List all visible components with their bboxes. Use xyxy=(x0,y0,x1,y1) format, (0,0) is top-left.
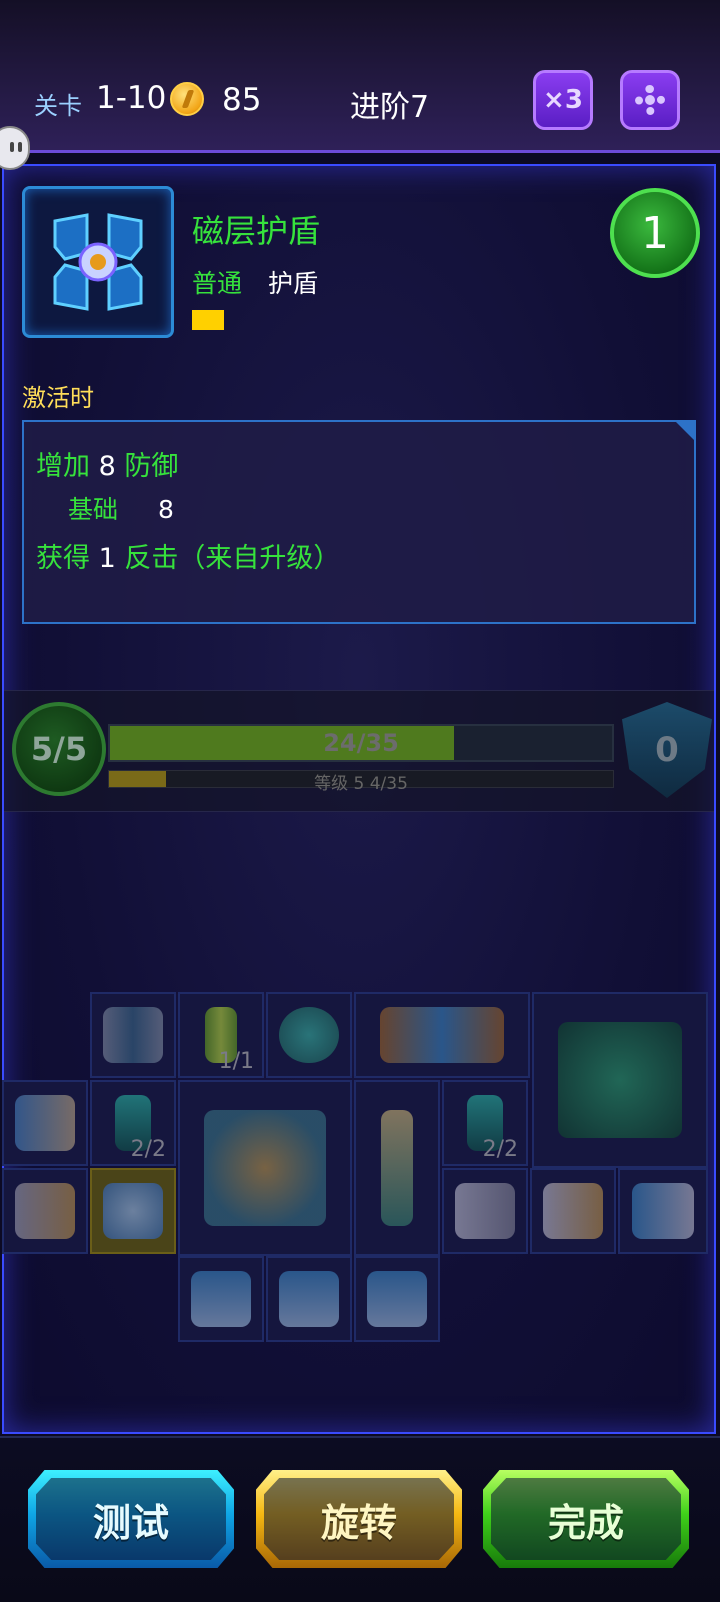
stage-label: 进阶7 xyxy=(350,90,430,125)
rotate-button[interactable]: 旋转 xyxy=(256,1470,462,1568)
turret-icon xyxy=(543,1183,603,1239)
cannon-icon xyxy=(15,1183,75,1239)
inventory-slot[interactable] xyxy=(354,1080,440,1256)
gun-icon xyxy=(455,1183,515,1239)
test-button-label: 测试 xyxy=(92,1500,169,1545)
item-count: 1 xyxy=(641,207,669,259)
inventory-slot[interactable] xyxy=(178,1256,264,1342)
inventory-slot[interactable]: 2/2 xyxy=(90,1080,176,1166)
effect-description-box: 增加 8 防御 基础 8 获得 1 反击（来自升级） xyxy=(22,420,696,624)
cannon-icon xyxy=(15,1095,75,1151)
inventory-slot[interactable] xyxy=(442,1168,528,1254)
xp-bar-text: 等级 5 4/35 xyxy=(314,774,408,794)
item-type: 护盾 xyxy=(268,269,319,298)
wing-engine-icon xyxy=(380,1007,504,1063)
effect-line-counter: 获得 1 反击（来自升级） xyxy=(36,543,341,574)
item-rarity: 普通 xyxy=(192,269,243,298)
activation-label: 激活时 xyxy=(22,384,94,412)
inventory-slot[interactable] xyxy=(532,992,708,1168)
inventory-slot[interactable] xyxy=(354,992,530,1078)
hp-bar-text: 24/35 xyxy=(323,729,399,757)
item-count-badge: 1 xyxy=(610,188,700,278)
hp-circle-value: 5/5 xyxy=(30,730,88,768)
inventory-slot[interactable] xyxy=(2,1080,88,1166)
item-icon-frame xyxy=(22,186,174,338)
heavy-armor-icon xyxy=(558,1021,682,1139)
item-size-tag xyxy=(192,310,224,330)
rotate-button-label: 旋转 xyxy=(320,1500,397,1545)
settings-button[interactable] xyxy=(620,70,680,130)
effect-line-defense: 增加 8 防御 xyxy=(36,451,179,482)
level-value: 1-10 xyxy=(96,80,167,116)
box-corner-decoration xyxy=(674,420,696,442)
inventory-slot[interactable]: 1/1 xyxy=(178,992,264,1078)
inventory-slot[interactable] xyxy=(2,1168,88,1254)
effect-line-base: 基础 8 xyxy=(68,495,174,524)
inventory-slot[interactable] xyxy=(354,1256,440,1342)
done-button[interactable]: 完成 xyxy=(483,1470,689,1568)
inventory-slot[interactable] xyxy=(530,1168,616,1254)
speed-label: ×3 xyxy=(543,85,583,115)
thruster-icon xyxy=(367,1271,427,1327)
inventory-slot[interactable]: 2/2 xyxy=(442,1080,528,1166)
slot-count: 1/1 xyxy=(218,1049,254,1074)
gold-coin-icon xyxy=(170,82,204,116)
repair-module-icon xyxy=(279,1007,339,1063)
inventory-slot[interactable] xyxy=(266,1256,352,1342)
inventory-slot[interactable] xyxy=(266,992,352,1078)
inventory-slot[interactable] xyxy=(90,992,176,1078)
inventory-slot[interactable] xyxy=(618,1168,708,1254)
inventory-grid: 1/1 2/2 2/2 xyxy=(0,992,720,1352)
hp-circle: 5/5 xyxy=(12,702,106,796)
level-label: 关卡 xyxy=(34,92,82,120)
done-button-label: 完成 xyxy=(547,1500,624,1545)
laser-blade-icon xyxy=(380,1109,414,1227)
magnetic-shield-icon xyxy=(103,1183,163,1239)
slot-count: 2/2 xyxy=(130,1137,166,1162)
drone-icon xyxy=(632,1183,694,1239)
shield-value: 0 xyxy=(655,730,679,770)
xp-bar: 等级 5 4/35 xyxy=(108,770,614,794)
inventory-slot[interactable] xyxy=(178,1080,352,1256)
top-bar: 关卡 1-10 85 进阶7 ×3 xyxy=(0,0,720,153)
hp-bar: 24/35 xyxy=(108,724,614,762)
thruster-icon xyxy=(191,1271,251,1327)
slot-count: 2/2 xyxy=(482,1137,518,1162)
thruster-icon xyxy=(279,1271,339,1327)
test-button[interactable]: 测试 xyxy=(28,1470,234,1568)
inventory-slot-selected[interactable] xyxy=(90,1168,176,1254)
core-shield-icon xyxy=(203,1109,327,1227)
coin-count: 85 xyxy=(222,82,262,118)
armor-plate-icon xyxy=(103,1007,163,1063)
speed-button[interactable]: ×3 xyxy=(533,70,593,130)
item-name: 磁层护盾 xyxy=(192,212,321,250)
gear-icon xyxy=(635,85,665,115)
magnetic-shield-icon xyxy=(53,213,143,311)
